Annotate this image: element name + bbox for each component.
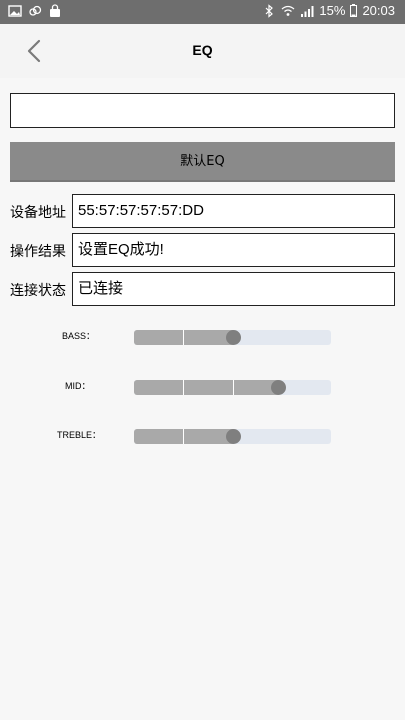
connection-status-value: 已连接 xyxy=(72,272,395,306)
slider-fill xyxy=(134,380,278,395)
operation-result-label: 操作结果 xyxy=(10,244,66,260)
bass-slider-row: BASS： xyxy=(0,326,405,346)
bass-label: BASS： xyxy=(62,331,96,341)
slider-tick xyxy=(183,429,185,444)
slider-thumb[interactable] xyxy=(225,330,241,345)
slider-tick xyxy=(232,380,234,395)
bluetooth-icon xyxy=(265,3,274,18)
mid-slider-row: MID： xyxy=(0,376,405,396)
mid-slider[interactable] xyxy=(134,380,331,395)
slider-thumb[interactable] xyxy=(225,429,241,444)
connection-status-label: 连接状态 xyxy=(10,283,66,299)
treble-slider[interactable] xyxy=(134,429,331,444)
operation-result-value: 设置EQ成功! xyxy=(72,233,395,267)
status-left-icons xyxy=(8,4,62,18)
mid-label: MID： xyxy=(65,381,91,391)
treble-slider-row: TREBLE： xyxy=(0,425,405,445)
device-address-value: 55:57:57:57:57:DD xyxy=(72,194,395,228)
bass-slider[interactable] xyxy=(134,330,331,345)
operation-result-row: 操作结果 设置EQ成功! xyxy=(10,233,395,267)
cloud-icon xyxy=(29,5,42,16)
slider-tick xyxy=(183,330,185,345)
wifi-icon xyxy=(282,5,295,16)
connection-status-row: 连接状态 已连接 xyxy=(10,272,395,306)
device-address-row: 设备地址 55:57:57:57:57:DD xyxy=(10,194,395,228)
device-address-label: 设备地址 xyxy=(10,205,66,221)
eq-input-field[interactable] xyxy=(10,93,395,128)
image-icon xyxy=(8,5,22,17)
status-bar: 15% 20:03 xyxy=(0,0,405,24)
page-title: EQ xyxy=(192,42,213,58)
app-bar: EQ xyxy=(0,24,405,78)
slider-tick xyxy=(183,380,185,395)
bag-icon xyxy=(50,4,60,17)
status-right: 15% 20:03 xyxy=(262,3,395,18)
treble-label: TREBLE： xyxy=(57,430,102,440)
battery-icon xyxy=(350,4,358,17)
clock: 20:03 xyxy=(362,3,395,18)
default-eq-button[interactable]: 默认EQ xyxy=(10,142,395,182)
battery-percent: 15% xyxy=(319,3,346,18)
slider-thumb[interactable] xyxy=(270,380,286,395)
signal-icon xyxy=(301,5,314,17)
